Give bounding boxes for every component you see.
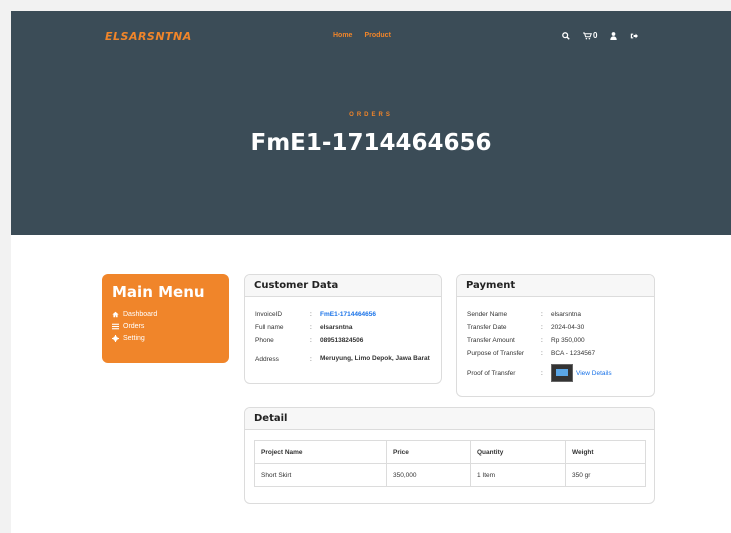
table-row: Short Skirt 350,000 1 Item 350 gr (254, 463, 646, 487)
hero-eyebrow: ORDERS (349, 112, 393, 118)
transfer-amount-label: Transfer Amount (467, 337, 515, 344)
table-cell: Short Skirt (254, 463, 387, 487)
page-title: FmE1-1714464656 (250, 130, 492, 156)
table-cell: 350,000 (386, 463, 471, 487)
customer-data-list: InvoiceID : FmE1-1714464656 Full name : … (255, 308, 440, 371)
customer-data-card: Customer Data InvoiceID : FmE1-171446465… (244, 274, 442, 384)
detail-card: Detail Project Name Price Quantity Weigh… (244, 407, 655, 504)
main-menu: Main Menu Dashboard Orders Setting (102, 274, 229, 363)
sender-name-value: elsarsntna (551, 311, 581, 318)
header-icons: 0 (562, 31, 639, 40)
menu-item-label: Setting (123, 334, 145, 342)
menu-item-setting[interactable]: Setting (112, 332, 157, 344)
address-label: Address (255, 355, 279, 363)
payment-title: Payment (457, 275, 654, 297)
table-cell: 1 Item (470, 463, 566, 487)
page: ELSARSNTNA Home Product 0 ORDERS FmE1-17… (11, 11, 731, 533)
address-value: Meruyung, Limo Depok, Jawa Barat (320, 355, 430, 362)
menu-item-orders[interactable]: Orders (112, 320, 157, 332)
transfer-date-label: Transfer Date (467, 324, 507, 331)
menu-item-label: Dashboard (123, 310, 158, 318)
transfer-amount-value: Rp 350,000 (551, 337, 585, 344)
phone-label: Phone (255, 337, 274, 344)
nav-product[interactable]: Product (364, 32, 390, 39)
nav-home[interactable]: Home (333, 32, 352, 39)
table-header-row: Project Name Price Quantity Weight (254, 440, 646, 464)
logout-icon[interactable] (630, 32, 639, 40)
detail-title: Detail (245, 408, 654, 430)
column-header: Project Name (254, 440, 387, 464)
home-icon (112, 311, 119, 317)
table-cell: 350 gr (565, 463, 646, 487)
menu-item-label: Orders (123, 322, 145, 330)
main-nav: Home Product (333, 32, 391, 39)
transfer-purpose-label: Purpose of Transfer (467, 350, 525, 357)
column-header: Price (386, 440, 471, 464)
transfer-purpose-value: BCA - 1234567 (551, 350, 596, 357)
invoice-id-value[interactable]: FmE1-1714464656 (320, 311, 376, 318)
list-icon (112, 323, 119, 329)
gear-icon (112, 334, 119, 342)
invoice-id-label: InvoiceID (255, 311, 283, 318)
cart-icon[interactable]: 0 (583, 31, 597, 40)
transfer-date-value: 2024-04-30 (551, 324, 585, 331)
proof-of-transfer-label: Proof of Transfer (467, 369, 516, 377)
column-header: Quantity (470, 440, 566, 464)
full-name-label: Full name (255, 324, 284, 331)
search-icon[interactable] (562, 31, 570, 40)
column-header: Weight (565, 440, 646, 464)
cart-count: 0 (593, 31, 598, 40)
detail-table: Project Name Price Quantity Weight Short… (254, 440, 646, 487)
sender-name-label: Sender Name (467, 311, 508, 318)
hero-banner: ELSARSNTNA Home Product 0 ORDERS FmE1-17… (11, 11, 731, 235)
customer-data-title: Customer Data (245, 275, 441, 297)
proof-thumbnail[interactable] (551, 364, 573, 382)
brand-logo[interactable]: ELSARSNTNA (105, 30, 192, 43)
payment-card: Payment Sender Name : elsarsntna Transfe… (456, 274, 655, 397)
main-menu-title: Main Menu (112, 283, 205, 301)
full-name-value: elsarsntna (320, 324, 353, 331)
menu-item-dashboard[interactable]: Dashboard (112, 308, 157, 320)
user-icon[interactable] (610, 31, 618, 40)
payment-list: Sender Name : elsarsntna Transfer Date :… (467, 308, 612, 386)
view-details-link[interactable]: View Details (576, 370, 612, 377)
phone-value: 089513824506 (320, 337, 364, 344)
